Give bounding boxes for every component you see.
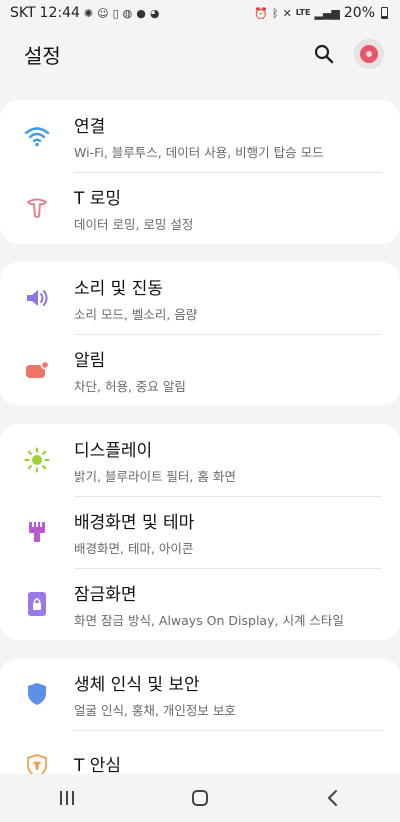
settings-item-title: 생체 인식 및 보안 bbox=[74, 674, 200, 695]
wifi-icon bbox=[24, 127, 50, 147]
search-icon bbox=[314, 44, 334, 64]
settings-item-subtitle: Wi-Fi, 블루투스, 데이터 사용, 비행기 탑승 모드 bbox=[74, 144, 324, 160]
navigation-bar bbox=[0, 774, 400, 822]
notification-icon bbox=[26, 360, 50, 378]
brightness-icon bbox=[24, 447, 50, 473]
network-type: LTE bbox=[295, 8, 311, 17]
settings-item-connections[interactable]: 연결 Wi-Fi, 블루투스, 데이터 사용, 비행기 탑승 모드 bbox=[0, 100, 400, 172]
mute-icon: ✕ bbox=[282, 6, 292, 20]
settings-item-subtitle: 소리 모드, 벨소리, 음량 bbox=[74, 306, 198, 322]
t-roaming-icon bbox=[27, 198, 47, 218]
user-icon: ☺ bbox=[97, 6, 109, 20]
paintbrush-icon bbox=[29, 522, 45, 542]
settings-item-title: T 안심 bbox=[74, 756, 122, 776]
settings-item-sound-vibration[interactable]: 소리 및 진동 소리 모드, 벨소리, 음량 bbox=[0, 262, 400, 334]
lock-screen-icon bbox=[28, 592, 46, 616]
profile-avatar[interactable] bbox=[354, 39, 384, 69]
settings-item-title: 잠금화면 bbox=[74, 584, 137, 605]
chat-bubble-icon: ● bbox=[136, 6, 146, 20]
settings-header: 설정 bbox=[0, 26, 400, 82]
settings-item-subtitle: 배경화면, 테마, 아이콘 bbox=[74, 540, 194, 556]
alarm-icon: ⏰ bbox=[254, 6, 268, 20]
settings-item-lock-screen[interactable]: 잠금화면 화면 잠금 방식, Always On Display, 시계 스타일 bbox=[0, 568, 400, 640]
settings-item-title: 디스플레이 bbox=[74, 440, 153, 461]
clipboard-icon: ▯ bbox=[112, 6, 119, 20]
settings-group-connections: 연결 Wi-Fi, 블루투스, 데이터 사용, 비행기 탑승 모드 T 로밍 데… bbox=[0, 100, 400, 244]
page-title: 설정 bbox=[24, 43, 61, 68]
home-button[interactable] bbox=[170, 778, 230, 818]
status-bar: SKT 12:44 ✺ ☺ ▯ ◍ ● ◕ ⏰ ᛒ ✕ LTE ▂▄▆ 20% bbox=[0, 0, 400, 26]
back-icon bbox=[328, 790, 338, 806]
shield-icon bbox=[28, 683, 46, 705]
settings-group-security: 생체 인식 및 보안 얼굴 인식, 홍채, 개인정보 보호 T 안심 bbox=[0, 658, 400, 788]
bluetooth-icon: ᛒ bbox=[271, 6, 279, 20]
settings-item-subtitle: 얼굴 인식, 홍채, 개인정보 보호 bbox=[74, 702, 236, 718]
settings-gear-icon: ✺ bbox=[83, 6, 94, 20]
settings-group-sound: 소리 및 진동 소리 모드, 벨소리, 음량 알림 차단, 허용, 중요 알림 bbox=[0, 262, 400, 406]
carrier-label: SKT bbox=[10, 5, 36, 21]
battery-icon bbox=[381, 7, 388, 19]
settings-group-display: 디스플레이 밝기, 블루라이트 필터, 홈 화면 배경화면 및 테마 배경화면,… bbox=[0, 424, 400, 640]
speaker-icon bbox=[27, 290, 48, 306]
settings-item-biometrics-security[interactable]: 생체 인식 및 보안 얼굴 인식, 홍채, 개인정보 보호 bbox=[0, 658, 400, 730]
settings-item-display[interactable]: 디스플레이 밝기, 블루라이트 필터, 홈 화면 bbox=[0, 424, 400, 496]
settings-item-notifications[interactable]: 알림 차단, 허용, 중요 알림 bbox=[0, 334, 400, 406]
battery-percent: 20% bbox=[343, 5, 375, 21]
settings-item-subtitle: 데이터 로밍, 로밍 설정 bbox=[74, 216, 194, 232]
settings-item-subtitle: 밝기, 블루라이트 필터, 홈 화면 bbox=[74, 468, 236, 484]
home-icon bbox=[191, 790, 208, 806]
settings-item-title: 배경화면 및 테마 bbox=[74, 512, 195, 533]
recent-apps-button[interactable] bbox=[37, 778, 97, 818]
settings-item-title: T 로밍 bbox=[74, 188, 122, 209]
search-button[interactable] bbox=[312, 42, 336, 66]
back-button[interactable] bbox=[303, 778, 363, 818]
chat-dot-icon: ◕ bbox=[149, 6, 160, 20]
settings-item-subtitle: 화면 잠금 방식, Always On Display, 시계 스타일 bbox=[74, 612, 344, 628]
signal-icon: ▂▄▆ bbox=[314, 6, 340, 20]
settings-item-wallpaper-themes[interactable]: 배경화면 및 테마 배경화면, 테마, 아이콘 bbox=[0, 496, 400, 568]
settings-item-t-roaming[interactable]: T 로밍 데이터 로밍, 로밍 설정 bbox=[0, 172, 400, 244]
settings-item-title: 소리 및 진동 bbox=[74, 278, 164, 299]
settings-item-subtitle: 차단, 허용, 중요 알림 bbox=[74, 378, 186, 394]
clock-time: 12:44 bbox=[39, 5, 80, 21]
settings-item-title: 연결 bbox=[74, 116, 106, 137]
recent-apps-icon bbox=[59, 791, 74, 805]
settings-item-title: 알림 bbox=[74, 350, 106, 371]
talk-icon: ◍ bbox=[122, 6, 133, 20]
